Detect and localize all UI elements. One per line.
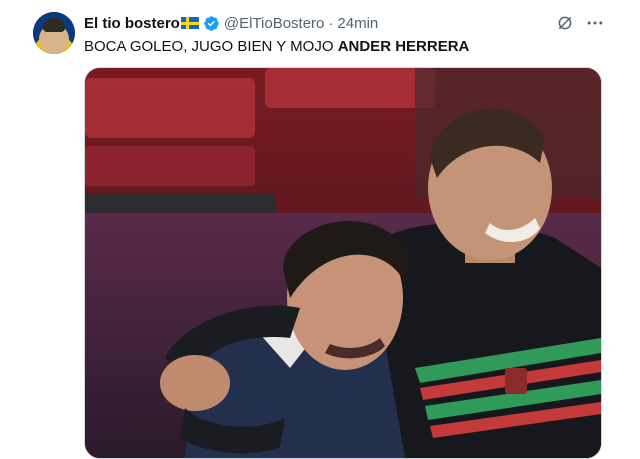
verified-badge-icon[interactable] bbox=[203, 15, 220, 32]
tweet-text: BOCA GOLEO, JUGO BIEN Y MOJO ANDER HERRE… bbox=[84, 37, 469, 57]
tweet-text-bold: ANDER HERRERA bbox=[337, 38, 470, 55]
more-dots-icon bbox=[587, 21, 603, 25]
avatar-hair bbox=[43, 18, 65, 32]
more-icon[interactable] bbox=[584, 12, 606, 34]
grok-icon[interactable] bbox=[556, 14, 574, 32]
author-name[interactable]: El tio bostero bbox=[84, 15, 180, 32]
tweet-header: El tio bostero @ElTioBostero · 24min bbox=[84, 13, 378, 33]
sweden-flag-icon bbox=[180, 17, 199, 29]
tweet-text-plain: BOCA GOLEO, JUGO BIEN Y MOJO bbox=[84, 38, 338, 55]
video-thumbnail bbox=[85, 68, 601, 458]
tweet: El tio bostero @ElTioBostero · 24min BOC… bbox=[0, 0, 640, 459]
tweet-media[interactable] bbox=[84, 67, 602, 459]
avatar[interactable] bbox=[33, 12, 75, 54]
separator-dot: · bbox=[328, 14, 334, 32]
author-handle[interactable]: @ElTioBostero bbox=[224, 15, 325, 32]
tweet-timestamp[interactable]: 24min bbox=[337, 15, 378, 32]
